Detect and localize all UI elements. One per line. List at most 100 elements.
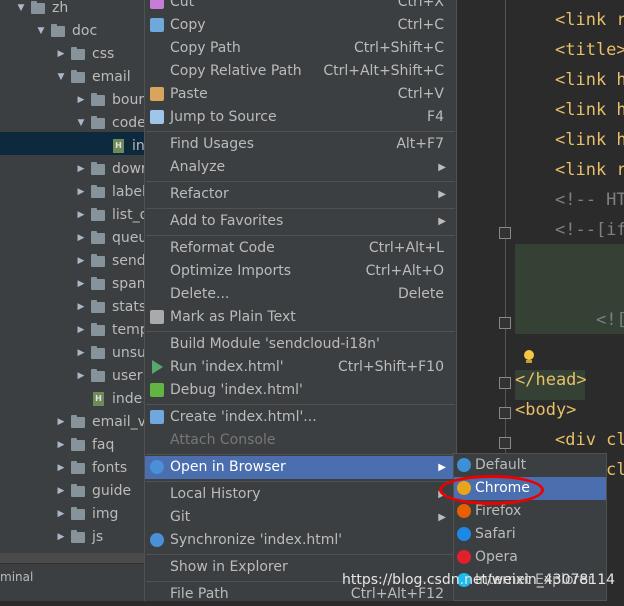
collapsed-arrow-icon[interactable]: ▶: [55, 43, 67, 66]
menu-item-add-to-favorites[interactable]: Add to Favorites ▶: [145, 210, 456, 233]
tree-item[interactable]: ▶ send: [0, 250, 160, 273]
tree-item[interactable]: ▶ img: [0, 503, 160, 526]
menu-item-git[interactable]: Git ▶: [145, 506, 456, 529]
tree-horizontal-scrollbar[interactable]: [0, 553, 160, 563]
menu-item-synchronize-index-html[interactable]: Synchronize 'index.html': [145, 529, 456, 552]
menu-item-debug-index-html[interactable]: Debug 'index.html': [145, 379, 456, 402]
menu-item-copy-relative-path[interactable]: Copy Relative Path Ctrl+Alt+Shift+C: [145, 60, 456, 83]
collapsed-arrow-icon[interactable]: ▶: [55, 411, 67, 434]
tree-item[interactable]: ▶ user: [0, 365, 160, 388]
menu-item-jump-to-source[interactable]: Jump to Source F4: [145, 106, 456, 129]
tree-item[interactable]: ▶ fonts: [0, 457, 160, 480]
collapsed-arrow-icon[interactable]: ▶: [75, 89, 87, 112]
menu-separator: [146, 235, 455, 236]
collapsed-arrow-icon[interactable]: ▶: [75, 273, 87, 296]
collapsed-arrow-icon[interactable]: ▶: [75, 296, 87, 319]
collapsed-arrow-icon[interactable]: ▶: [55, 434, 67, 457]
menu-item-create-index-html[interactable]: Create 'index.html'...: [145, 406, 456, 429]
code-line: <link h: [555, 70, 624, 90]
menu-item-find-usages[interactable]: Find Usages Alt+F7: [145, 133, 456, 156]
tree-item[interactable]: ▶ list_d: [0, 204, 160, 227]
collapsed-arrow-icon[interactable]: ▶: [75, 250, 87, 273]
sync-icon: [150, 533, 164, 547]
fold-marker-icon[interactable]: [499, 437, 511, 449]
menu-item-label: Git: [170, 509, 191, 525]
tree-item[interactable]: ▶ dowr: [0, 158, 160, 181]
menu-item-label: Reformat Code: [170, 240, 275, 256]
menu-item-copy[interactable]: Copy Ctrl+C: [145, 14, 456, 37]
tree-item[interactable]: ▶ temp: [0, 319, 160, 342]
menu-item-paste[interactable]: Paste Ctrl+V: [145, 83, 456, 106]
fold-marker-icon[interactable]: [499, 377, 511, 389]
edit-icon: [150, 110, 164, 124]
debug-icon: [150, 383, 164, 397]
tree-item[interactable]: ▶ queu: [0, 227, 160, 250]
menu-item-open-in-browser[interactable]: Open in Browser ▶: [145, 456, 456, 479]
menu-item-label: File Path: [170, 586, 229, 602]
tree-item-label: img: [92, 506, 119, 522]
tree-item[interactable]: ▶ css: [0, 43, 160, 66]
menu-item-refactor[interactable]: Refactor ▶: [145, 183, 456, 206]
fold-marker-icon[interactable]: [499, 227, 511, 239]
collapsed-arrow-icon[interactable]: ▶: [75, 365, 87, 388]
tree-item[interactable]: Hin: [0, 135, 160, 158]
tree-item[interactable]: ▶ faq: [0, 434, 160, 457]
menu-separator: [146, 331, 455, 332]
collapsed-arrow-icon[interactable]: ▶: [75, 227, 87, 250]
menu-item-optimize-imports[interactable]: Optimize Imports Ctrl+Alt+O: [145, 260, 456, 283]
collapsed-arrow-icon[interactable]: ▶: [75, 204, 87, 227]
folder-icon: [91, 231, 105, 244]
menu-item-label: Copy Relative Path: [170, 63, 302, 79]
tree-item[interactable]: ▼ code: [0, 112, 160, 135]
collapsed-arrow-icon[interactable]: ▶: [75, 181, 87, 204]
safari-icon: [457, 527, 471, 541]
menu-item-delete[interactable]: Delete... Delete: [145, 283, 456, 306]
run-icon: [152, 360, 163, 374]
fold-marker-icon[interactable]: [499, 317, 511, 329]
collapsed-arrow-icon[interactable]: ▶: [55, 526, 67, 549]
tree-item[interactable]: ▼ email: [0, 66, 160, 89]
browser-item-safari[interactable]: Safari: [454, 523, 606, 546]
terminal-tool-tab[interactable]: minal: [0, 563, 160, 601]
collapsed-arrow-icon[interactable]: ▶: [55, 503, 67, 526]
lightbulb-icon[interactable]: [523, 350, 535, 364]
menu-item-label: Run 'index.html': [170, 359, 284, 375]
expanded-arrow-icon[interactable]: ▼: [15, 0, 27, 20]
tree-item[interactable]: ▼ zh: [0, 0, 160, 20]
html-file-icon: H: [93, 392, 104, 406]
menu-item-label: Optimize Imports: [170, 263, 291, 279]
menu-item-label: Refactor: [170, 186, 229, 202]
menu-item-analyze[interactable]: Analyze ▶: [145, 156, 456, 179]
browser-item-opera[interactable]: Opera: [454, 546, 606, 569]
tree-item[interactable]: ▶ stats: [0, 296, 160, 319]
tree-item[interactable]: ▶ bour: [0, 89, 160, 112]
collapsed-arrow-icon[interactable]: ▶: [55, 480, 67, 503]
menu-item-local-history[interactable]: Local History ▶: [145, 483, 456, 506]
expanded-arrow-icon[interactable]: ▼: [75, 112, 87, 135]
menu-item-copy-path[interactable]: Copy Path Ctrl+Shift+C: [145, 37, 456, 60]
tree-item[interactable]: ▶ email_v: [0, 411, 160, 434]
collapsed-arrow-icon[interactable]: ▶: [75, 342, 87, 365]
fold-marker-icon[interactable]: [499, 407, 511, 419]
tree-item[interactable]: Hinde:: [0, 388, 160, 411]
tree-item[interactable]: ▶ js: [0, 526, 160, 549]
menu-item-mark-as-plain-text[interactable]: Mark as Plain Text: [145, 306, 456, 329]
collapsed-arrow-icon[interactable]: ▶: [75, 319, 87, 342]
submenu-arrow-icon: ▶: [438, 512, 446, 523]
tree-item[interactable]: ▶ unsu: [0, 342, 160, 365]
collapsed-arrow-icon[interactable]: ▶: [75, 158, 87, 181]
tree-item[interactable]: ▶ spam: [0, 273, 160, 296]
collapsed-arrow-icon[interactable]: ▶: [55, 457, 67, 480]
tree-item[interactable]: ▶ label: [0, 181, 160, 204]
expanded-arrow-icon[interactable]: ▼: [35, 20, 47, 43]
expanded-arrow-icon[interactable]: ▼: [55, 66, 67, 89]
html-file-icon: H: [113, 139, 124, 153]
menu-item-reformat-code[interactable]: Reformat Code Ctrl+Alt+L: [145, 237, 456, 260]
menu-item-cut[interactable]: Cut Ctrl+X: [145, 0, 456, 14]
browser-item-default[interactable]: Default: [454, 454, 606, 477]
tree-item[interactable]: ▶ guide: [0, 480, 160, 503]
menu-item-shortcut: F4: [427, 109, 444, 125]
menu-item-build-module-sendcloud-i18n[interactable]: Build Module 'sendcloud-i18n': [145, 333, 456, 356]
tree-item[interactable]: ▼ doc: [0, 20, 160, 43]
menu-item-run-index-html[interactable]: Run 'index.html' Ctrl+Shift+F10: [145, 356, 456, 379]
